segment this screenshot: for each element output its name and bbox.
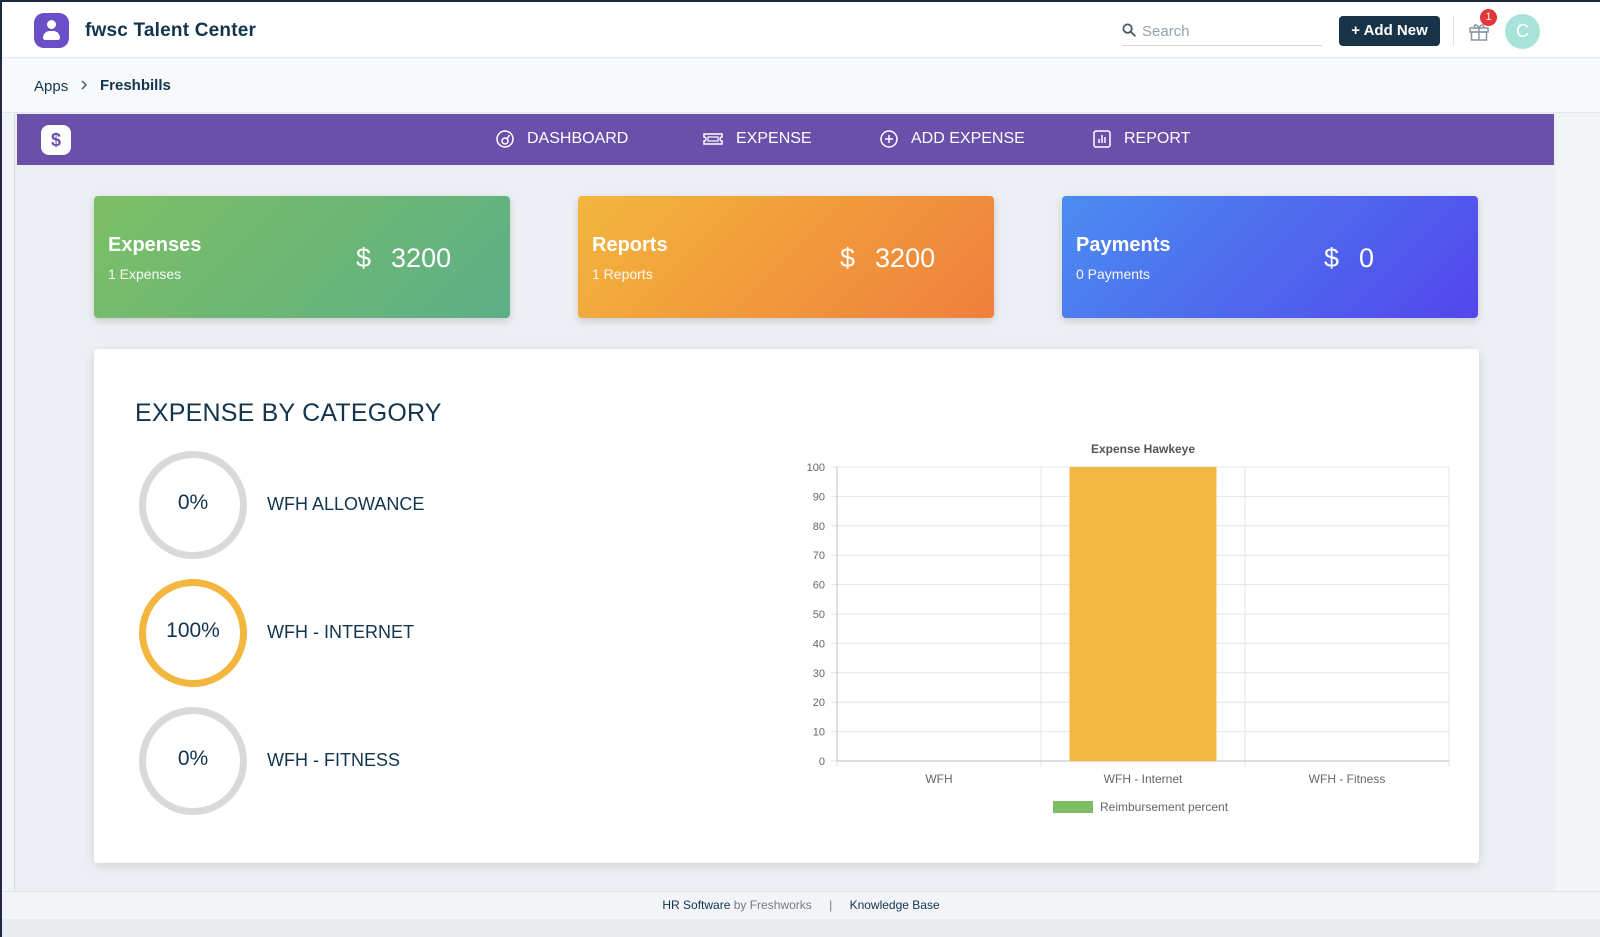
card-subtitle: 1 Expenses [108, 266, 182, 282]
bottom-strip [2, 919, 1600, 937]
breadcrumb-apps-link[interactable]: Apps [34, 78, 68, 95]
nav-add-expense-label: ADD EXPENSE [911, 130, 1025, 147]
y-tick-label: 100 [807, 462, 825, 474]
chart-title: Expense Hawkeye [1091, 442, 1195, 456]
notification-badge: 1 [1480, 9, 1497, 26]
bar-report-icon [1093, 130, 1111, 148]
dollar-logo-icon[interactable]: $ [41, 125, 71, 155]
category-percent: 0% [177, 491, 209, 514]
card-subtitle: 1 Reports [592, 266, 653, 282]
app-logo-icon[interactable] [34, 13, 69, 48]
amount-value: 3200 [391, 243, 452, 273]
x-tick-label: WFH - Internet [1104, 772, 1183, 786]
breadcrumb: Apps Freshbills [2, 59, 1600, 113]
currency-symbol: $ [356, 243, 372, 273]
footer-by: by Freshworks [733, 898, 812, 912]
footer-separator: | [829, 898, 833, 912]
category-label: WFH ALLOWANCE [267, 494, 425, 514]
card-subtitle: 0 Payments [1076, 266, 1150, 282]
search-box[interactable] [1122, 16, 1322, 46]
amount-value: 0 [1359, 243, 1375, 273]
knowledge-base-link[interactable]: Knowledge Base [850, 898, 940, 912]
search-input[interactable] [1142, 20, 1317, 42]
card-amount: $0 [1324, 243, 1374, 274]
user-avatar[interactable]: C [1505, 14, 1540, 49]
footer-product: HR Software [662, 898, 731, 912]
category-percent: 100% [166, 619, 220, 642]
header-divider [1453, 16, 1454, 46]
currency-symbol: $ [1324, 243, 1340, 273]
breadcrumb-current: Freshbills [100, 77, 171, 94]
category-item: 100% WFH - INTERNET [139, 579, 539, 689]
y-tick-label: 40 [813, 638, 825, 650]
category-label: WFH - FITNESS [267, 750, 400, 770]
nav-expense[interactable]: EXPENSE [702, 127, 812, 151]
plus-circle-icon [880, 130, 898, 148]
y-tick-label: 60 [813, 580, 825, 592]
payments-card[interactable]: Payments 0 Payments $0 [1062, 196, 1478, 318]
expense-category-panel: EXPENSE BY CATEGORY 0% WFH ALLOWANCE 100… [94, 349, 1479, 863]
legend-swatch [1053, 801, 1093, 813]
dashboard-gauge-icon [496, 130, 514, 148]
card-title: Payments [1076, 234, 1171, 256]
card-amount: $3200 [356, 243, 451, 274]
app-navbar: $ DASHBOARD EXPENSE ADD EXPENSE REPORT [17, 114, 1554, 165]
nav-report[interactable]: REPORT [1092, 127, 1190, 151]
expense-bar-chart: Expense Hawkeye 0 10 20 30 40 50 60 70 80 90 100 WFH… [807, 442, 1450, 814]
x-tick-label: WFH [925, 772, 952, 786]
category-item: 0% WFH - FITNESS [139, 707, 539, 817]
ticket-icon [703, 133, 723, 145]
footer: HR Software by Freshworks | Knowledge Ba… [2, 891, 1600, 919]
nav-report-label: REPORT [1124, 130, 1191, 147]
card-title: Expenses [108, 234, 202, 256]
y-tick-label: 70 [813, 550, 825, 562]
y-tick-label: 90 [813, 491, 825, 503]
y-tick-label: 30 [813, 668, 825, 680]
app-title: fwsc Talent Center [85, 20, 257, 41]
add-new-button[interactable]: + Add New [1339, 16, 1440, 46]
amount-value: 3200 [875, 243, 936, 273]
chevron-right-icon [81, 80, 88, 90]
y-tick-label: 10 [813, 727, 825, 739]
card-amount: $3200 [840, 243, 935, 274]
currency-symbol: $ [840, 243, 856, 273]
bar [1069, 467, 1217, 761]
app-frame: $ DASHBOARD EXPENSE ADD EXPENSE REPORT E… [14, 114, 1556, 894]
nav-dashboard-label: DASHBOARD [527, 130, 629, 147]
search-icon [1122, 23, 1136, 37]
legend-label: Reimbursement percent [1100, 800, 1229, 814]
top-header: fwsc Talent Center + Add New 1 C [2, 2, 1600, 58]
y-tick-label: 0 [819, 756, 825, 768]
x-tick-label: WFH - Fitness [1309, 772, 1386, 786]
category-label: WFH - INTERNET [267, 622, 414, 642]
panel-title: EXPENSE BY CATEGORY [135, 399, 442, 427]
nav-expense-label: EXPENSE [736, 130, 812, 147]
y-tick-label: 80 [813, 521, 825, 533]
page: fwsc Talent Center + Add New 1 C Apps Fr… [2, 2, 1600, 937]
nav-dashboard[interactable]: DASHBOARD [495, 127, 628, 151]
reports-card[interactable]: Reports 1 Reports $3200 [578, 196, 994, 318]
category-item: 0% WFH ALLOWANCE [139, 451, 539, 561]
card-title: Reports [592, 234, 668, 256]
expenses-card[interactable]: Expenses 1 Expenses $3200 [94, 196, 510, 318]
y-tick-label: 50 [813, 609, 825, 621]
y-tick-label: 20 [813, 697, 825, 709]
nav-add-expense[interactable]: ADD EXPENSE [879, 127, 1025, 151]
category-percent: 0% [177, 747, 209, 770]
